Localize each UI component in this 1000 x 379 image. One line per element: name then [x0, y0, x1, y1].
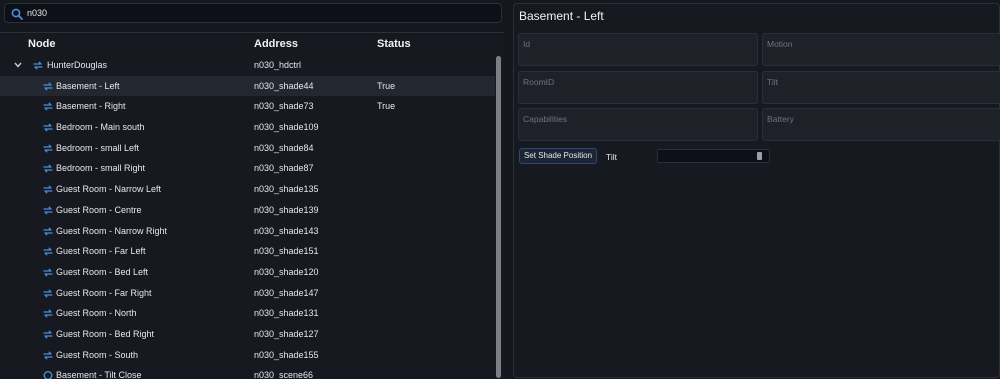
tree-row-node-name: Basement - Right [56, 101, 126, 112]
tilt-param-label: Tilt [606, 152, 618, 162]
tree-row[interactable]: Guest Room - Centre n030_shade139 [0, 200, 495, 221]
tree-row[interactable]: Bedroom - small Left n030_shade84 [0, 138, 495, 159]
column-header-address[interactable]: Address [254, 38, 298, 50]
tree-row[interactable]: Guest Room - Far Left n030_shade151 [0, 241, 495, 262]
field-roomid-label: RoomID [523, 77, 555, 87]
tree-row-address: n030_shade120 [254, 266, 319, 277]
tree-row-address: n030_shade135 [254, 184, 319, 195]
tree-row[interactable]: Guest Room - Bed Right n030_shade127 [0, 324, 495, 345]
field-battery-label: Battery [767, 114, 794, 124]
tree-row-address: n030_shade127 [254, 328, 319, 339]
detail-panel: Basement - Left Id Motion RoomID Tilt Ca… [513, 3, 1000, 378]
tree-row-node-name: Guest Room - North [56, 308, 137, 319]
spinner-icon[interactable] [757, 152, 762, 160]
tree-row[interactable]: Basement - Right n030_shade73 True [0, 96, 495, 117]
field-id[interactable]: Id [518, 33, 758, 66]
link-arrows-icon [43, 185, 53, 194]
field-tilt[interactable]: Tilt [762, 71, 1000, 104]
tree-row-address: n030_shade87 [254, 163, 314, 174]
tree-row-address: n030_shade44 [254, 80, 314, 91]
tree-row-address: n030_hdctrl [254, 60, 302, 70]
chevron-down-icon[interactable] [13, 60, 23, 70]
link-arrows-icon [43, 123, 53, 132]
tree-row-address: n030_shade151 [254, 246, 319, 257]
tree-row-node-name: Guest Room - South [56, 349, 139, 360]
link-arrows-icon [43, 268, 53, 277]
tilt-param-input[interactable] [657, 149, 770, 163]
link-arrows-icon [43, 330, 53, 339]
search-bar[interactable] [4, 3, 502, 23]
node-tree: HunterDouglas n030_hdctrl Basement - Left n… [0, 55, 495, 379]
tree-header: Node Address Status [0, 33, 504, 55]
tree-row-node-name: Bedroom - small Left [56, 142, 140, 153]
tree-row-node-name: Basement - Left [56, 80, 120, 91]
link-arrows-icon [43, 289, 53, 298]
tree-row-node-name: Guest Room - Bed Right [56, 328, 155, 339]
search-icon [11, 8, 23, 20]
set-shade-position-button[interactable]: Set Shade Position [519, 148, 597, 164]
link-arrows-icon [43, 164, 53, 173]
tree-row-address: n030_shade131 [254, 308, 319, 319]
link-arrows-icon [43, 144, 53, 153]
field-capabilities[interactable]: Capabilities [518, 108, 758, 141]
link-arrows-icon [43, 102, 53, 111]
link-arrows-icon [43, 206, 53, 215]
tree-row-node-name: Bedroom - Main south [56, 122, 145, 133]
link-arrows-icon [43, 351, 53, 360]
tree-row[interactable]: HunterDouglas n030_hdctrl [0, 55, 495, 76]
tree-row-node-name: Guest Room - Narrow Right [56, 225, 168, 236]
link-arrows-icon [43, 309, 53, 318]
tree-row-address: n030_shade73 [254, 101, 314, 112]
tree-row[interactable]: Guest Room - North n030_shade131 [0, 303, 495, 324]
tree-row[interactable]: Basement - Left n030_shade44 True [0, 75, 495, 97]
tree-row-node-name: Guest Room - Far Left [56, 246, 146, 257]
tree-row[interactable]: Basement - Tilt Close n030_scene66 [0, 365, 495, 379]
tree-row-node-name: HunterDouglas [47, 60, 108, 70]
tree-row[interactable]: Guest Room - South n030_shade155 [0, 345, 495, 366]
link-arrows-icon [33, 61, 43, 70]
link-arrows-icon [43, 247, 53, 256]
tree-row[interactable]: Bedroom - Main south n030_shade109 [0, 117, 495, 138]
tree-row[interactable]: Guest Room - Narrow Right n030_shade143 [0, 221, 495, 242]
tree-row-status: True [377, 101, 396, 112]
node-tree-panel: Node Address Status HunterDouglas n030_hd… [0, 32, 504, 379]
tree-scrollbar[interactable] [496, 56, 502, 378]
tree-row-address: n030_shade155 [254, 349, 319, 360]
tree-row[interactable]: Bedroom - small Right n030_shade87 [0, 158, 495, 179]
scrollbar-thumb[interactable] [496, 56, 501, 378]
tree-row[interactable]: Guest Room - Bed Left n030_shade120 [0, 262, 495, 283]
column-header-status[interactable]: Status [377, 38, 411, 50]
field-battery[interactable]: Battery [762, 108, 1000, 141]
tree-row-address: n030_shade139 [254, 204, 319, 215]
tree-row-address: n030_shade147 [254, 287, 319, 298]
tree-row-address: n030_shade109 [254, 122, 319, 133]
column-header-node[interactable]: Node [28, 38, 56, 50]
tree-row-node-name: Guest Room - Centre [56, 204, 142, 215]
tree-row-node-name: Bedroom - small Right [56, 163, 146, 174]
search-input[interactable] [27, 4, 487, 22]
tree-row-address: n030_shade143 [254, 225, 319, 236]
tree-row-node-name: Guest Room - Bed Left [56, 266, 149, 277]
link-arrows-icon [43, 82, 53, 91]
tree-row-status: True [377, 80, 396, 91]
tree-row[interactable]: Guest Room - Narrow Left n030_shade135 [0, 179, 495, 200]
tree-row-address: n030_shade84 [254, 142, 314, 153]
field-motion-label: Motion [767, 39, 793, 49]
detail-title: Basement - Left [519, 9, 604, 23]
tree-row[interactable]: Guest Room - Far Right n030_shade147 [0, 283, 495, 304]
field-id-label: Id [523, 39, 531, 49]
field-capabilities-label: Capabilities [523, 114, 567, 124]
tree-row-node-name: Guest Room - Narrow Left [56, 184, 162, 195]
field-tilt-label: Tilt [767, 77, 779, 87]
field-motion[interactable]: Motion [762, 33, 1000, 66]
field-roomid[interactable]: RoomID [518, 71, 758, 104]
tree-row-node-name: Guest Room - Far Right [56, 287, 152, 298]
link-arrows-icon [43, 227, 53, 235]
